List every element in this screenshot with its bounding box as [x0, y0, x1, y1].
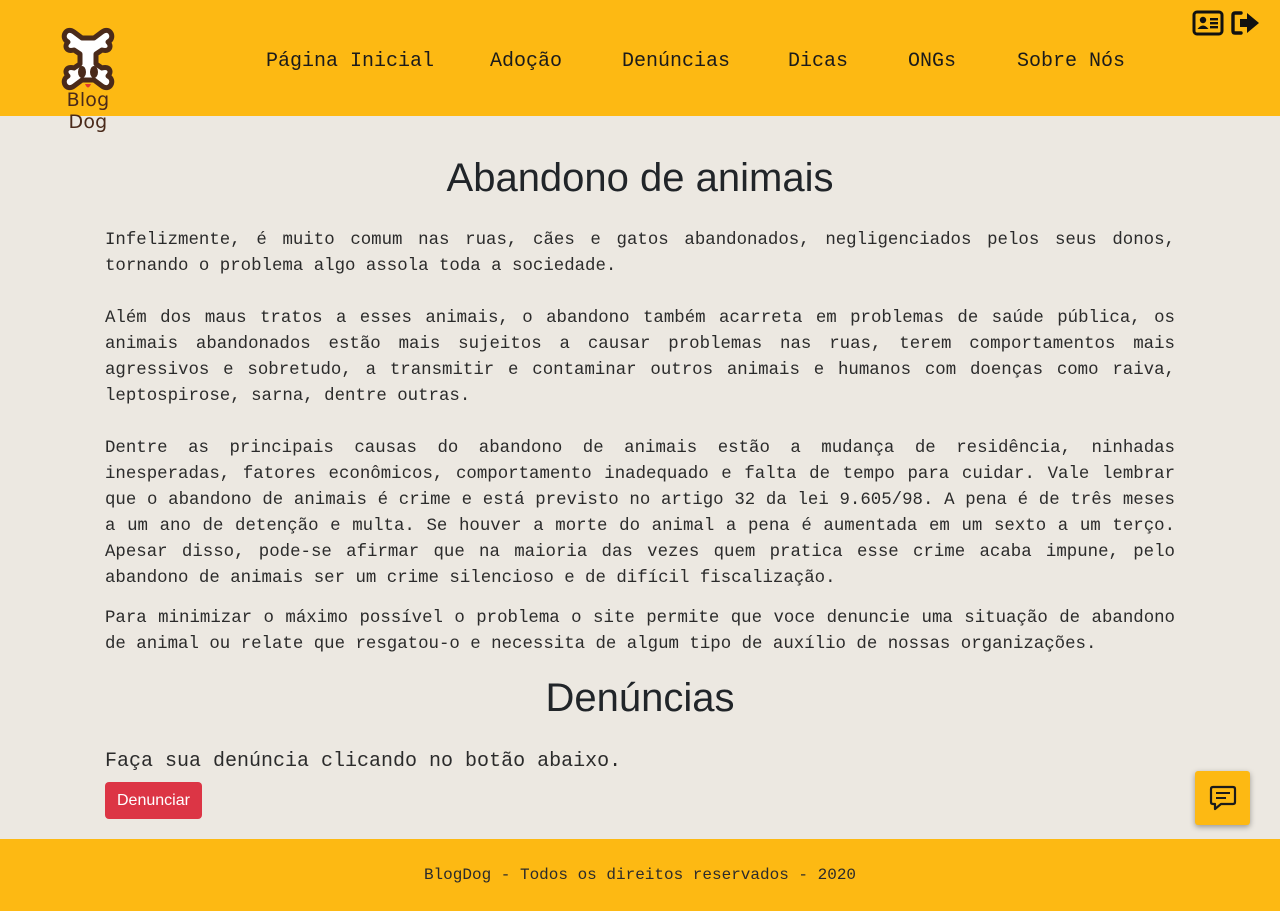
paragraph-1: Infelizmente, é muito comum nas ruas, cã…: [105, 231, 1175, 276]
main-content: Abandono de animais Infelizmente, é muit…: [105, 150, 1175, 819]
cta-text: Faça sua denúncia clicando no botão abai…: [105, 750, 622, 773]
page-title: Abandono de animais: [446, 156, 834, 200]
footer-text: BlogDog - Todos os direitos reservados -…: [423, 866, 857, 884]
nav-item-adocao[interactable]: Adoção: [490, 50, 562, 73]
navbar: Blog Dog Página Inicial Adoção Denúncias…: [0, 0, 1280, 133]
nav-item-ongs[interactable]: ONGs: [908, 50, 956, 73]
bone-logo-icon: [61, 27, 115, 91]
chat-bubble-icon: [1209, 785, 1236, 811]
section-title-denuncias: Denúncias: [545, 676, 735, 720]
nav-item-denuncias[interactable]: Denúncias: [622, 50, 730, 73]
id-card-icon[interactable]: [1192, 10, 1224, 36]
denunciar-button[interactable]: Denunciar: [105, 782, 202, 819]
paragraph-2: Além dos maus tratos a esses animais, o …: [105, 309, 1175, 406]
sign-out-icon[interactable]: [1231, 10, 1263, 36]
nav-item-pagina-inicial[interactable]: Página Inicial: [266, 50, 434, 73]
footer: BlogDog - Todos os direitos reservados -…: [0, 839, 1280, 911]
logo-text: Blog Dog: [66, 89, 110, 133]
chat-button[interactable]: [1195, 771, 1250, 825]
nav-item-dicas[interactable]: Dicas: [788, 50, 848, 73]
paragraph-4: Para minimizar o máximo possível o probl…: [105, 609, 1175, 654]
paragraph-3: Dentre as principais causas do abandono …: [105, 439, 1175, 588]
nav-item-sobre-nos[interactable]: Sobre Nós: [1017, 50, 1125, 73]
